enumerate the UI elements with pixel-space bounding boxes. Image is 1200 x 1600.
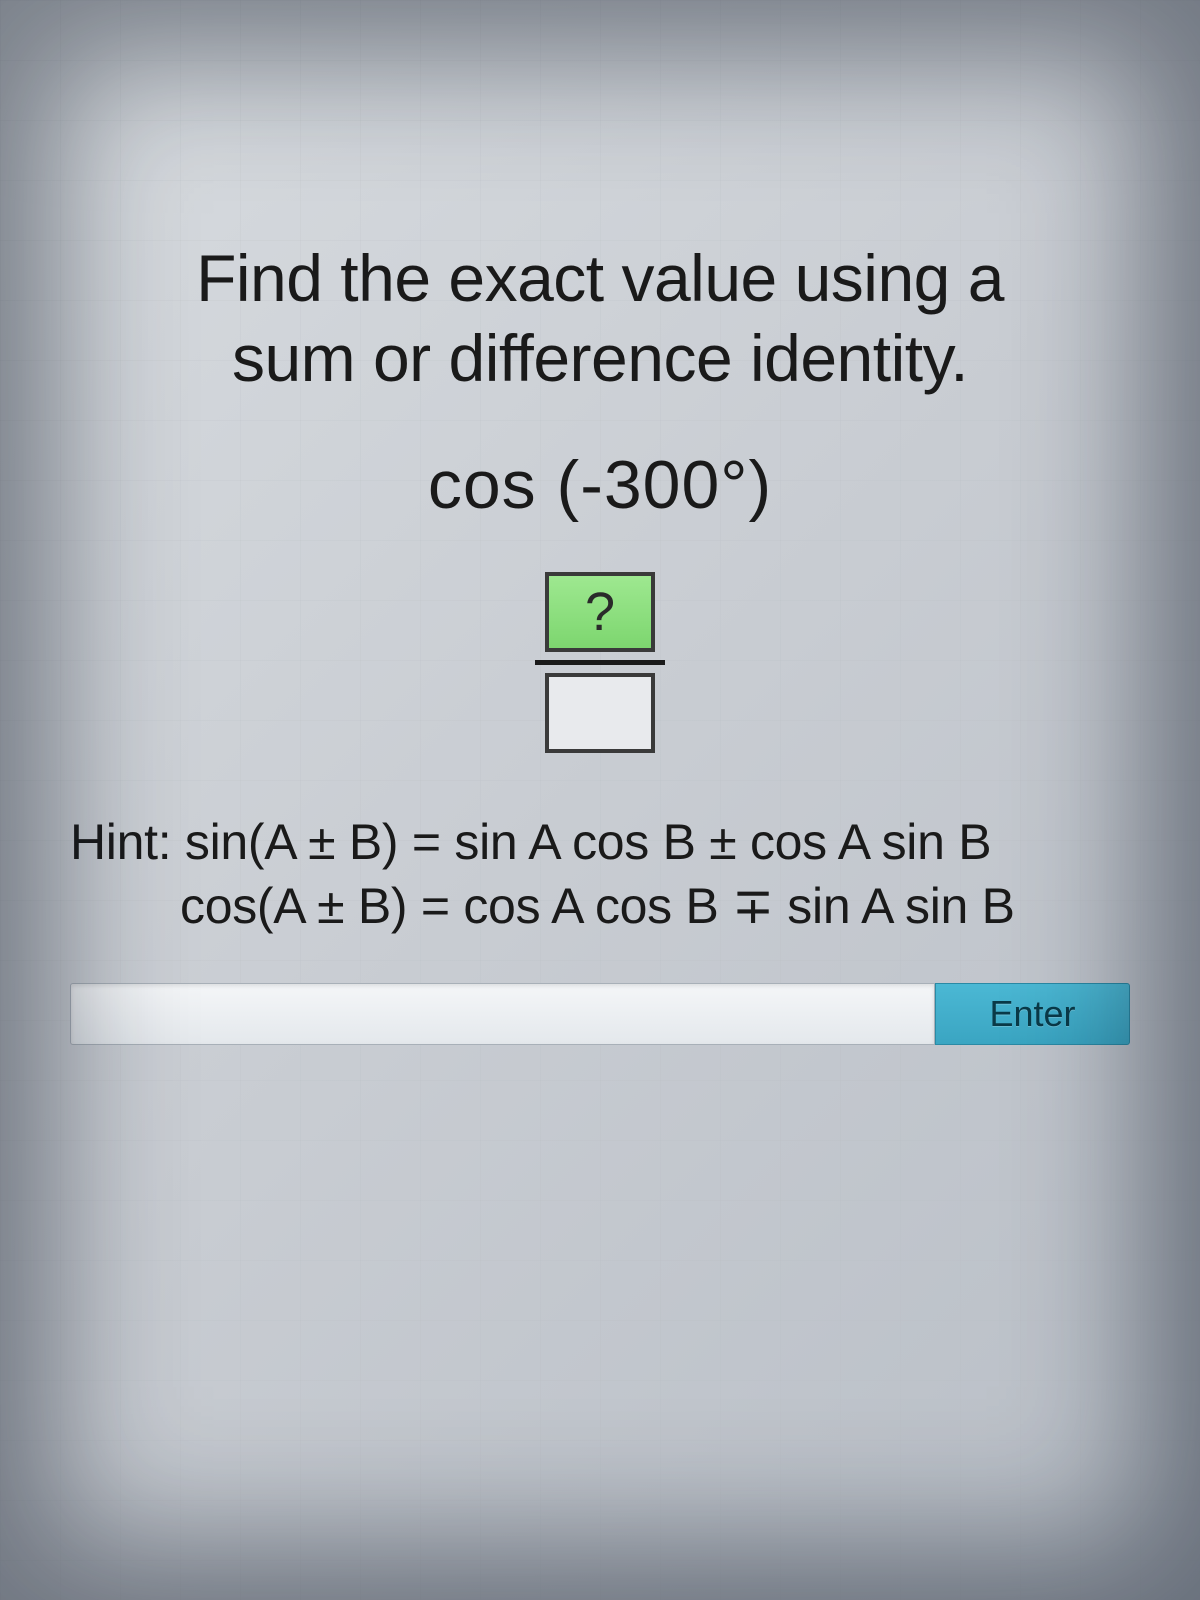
hint-line-1: Hint: sin(A ± B) = sin A cos B ± cos A s… <box>70 813 1130 871</box>
expression-text: cos (-300°) <box>70 446 1130 524</box>
fraction-bar <box>535 660 665 665</box>
denominator-input-box[interactable] <box>545 673 655 753</box>
problem-card: Find the exact value using a sum or diff… <box>0 0 1200 1045</box>
fraction-answer: ? <box>70 572 1130 753</box>
prompt-line-2: sum or difference identity. <box>70 320 1130 396</box>
numerator-input-box[interactable]: ? <box>545 572 655 652</box>
answer-input[interactable] <box>70 983 935 1045</box>
prompt-line-1: Find the exact value using a <box>70 240 1130 316</box>
answer-row: Enter <box>70 983 1130 1045</box>
hint-block: Hint: sin(A ± B) = sin A cos B ± cos A s… <box>70 813 1130 935</box>
enter-button[interactable]: Enter <box>935 983 1130 1045</box>
hint-line-2: cos(A ± B) = cos A cos B ∓ sin A sin B <box>70 877 1130 935</box>
